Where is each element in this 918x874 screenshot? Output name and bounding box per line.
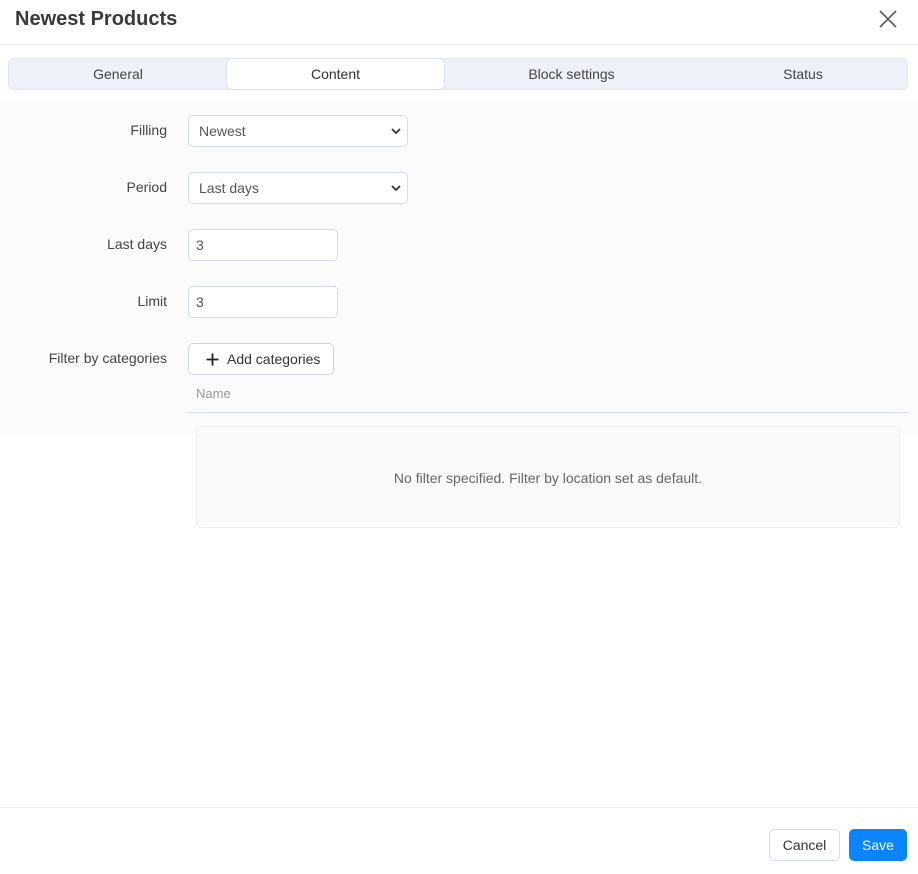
add-categories-button[interactable]: Add categories	[188, 343, 334, 375]
table-header-name: Name	[196, 386, 231, 401]
empty-state: No filter specified. Filter by location …	[196, 426, 900, 528]
filling-select[interactable]: Newest	[188, 115, 408, 147]
last-days-input[interactable]: 3	[188, 229, 338, 261]
plus-icon	[206, 353, 219, 366]
close-icon	[879, 10, 897, 28]
limit-input[interactable]: 3	[188, 286, 338, 318]
save-button[interactable]: Save	[849, 829, 907, 861]
close-button[interactable]	[878, 9, 898, 29]
add-categories-label: Add categories	[227, 351, 321, 367]
last-days-label: Last days	[107, 236, 167, 252]
period-select-value: Last days	[199, 180, 259, 196]
tab-general[interactable]: General	[9, 59, 227, 89]
table-header-divider	[188, 412, 908, 413]
cancel-button[interactable]: Cancel	[769, 829, 840, 861]
limit-label: Limit	[137, 293, 167, 309]
dialog-title: Newest Products	[15, 8, 178, 30]
chevron-down-icon	[391, 185, 401, 192]
period-select[interactable]: Last days	[188, 172, 408, 204]
filling-select-value: Newest	[199, 123, 246, 139]
form-background	[0, 100, 918, 434]
tab-status[interactable]: Status	[699, 59, 907, 89]
tab-bar: General Content Block settings Status	[8, 58, 908, 90]
tab-content[interactable]: Content	[227, 59, 444, 89]
empty-state-message: No filter specified. Filter by location …	[393, 470, 703, 486]
dialog-footer: Cancel Save	[0, 807, 918, 874]
period-label: Period	[126, 179, 167, 195]
chevron-down-icon	[391, 128, 401, 135]
filter-by-categories-label: Filter by categories	[48, 350, 167, 366]
dialog-header: Newest Products	[0, 0, 918, 45]
filling-label: Filling	[130, 122, 167, 138]
tab-block-settings[interactable]: Block settings	[444, 59, 699, 89]
